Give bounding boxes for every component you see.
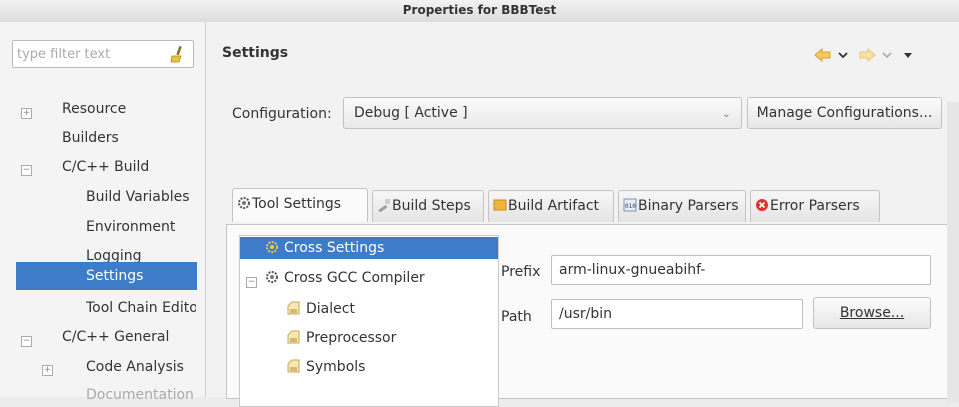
tree-item-dialect[interactable]: Dialect xyxy=(286,298,355,320)
tool-settings-tree: Cross Settings − Cross GCC Compiler Dial… xyxy=(239,235,499,407)
clear-filter-icon[interactable] xyxy=(169,45,185,63)
forward-menu-chevron-icon[interactable] xyxy=(882,52,892,59)
tab-error-parsers[interactable]: Error Parsers xyxy=(750,190,880,222)
nav-item-cc-general[interactable]: C/C++ General xyxy=(62,326,169,348)
collapse-cross-gcc-icon[interactable]: − xyxy=(246,277,257,288)
tab-tool-settings[interactable]: Tool Settings xyxy=(232,188,368,222)
path-label: Path xyxy=(501,309,532,325)
nav-item-resource[interactable]: Resource xyxy=(62,98,126,120)
tree-item-label: Cross Settings xyxy=(284,240,385,256)
option-category-icon xyxy=(287,359,300,373)
tab-label: Build Artifact xyxy=(508,198,599,214)
option-category-icon xyxy=(287,330,300,344)
prefix-label: Prefix xyxy=(501,264,541,280)
property-page: Settings Configuration: Debug [ Active ]… xyxy=(206,22,959,407)
tree-item-cross-gcc-compiler[interactable]: Cross GCC Compiler xyxy=(264,267,425,289)
collapse-cc-general-icon[interactable]: − xyxy=(21,336,32,347)
window-titlebar: Properties for BBBTest xyxy=(0,0,959,23)
tree-item-symbols[interactable]: Symbols xyxy=(286,356,365,378)
gear-icon xyxy=(266,271,278,283)
svg-text:010: 010 xyxy=(625,203,636,210)
nav-item-code-analysis[interactable]: Code Analysis xyxy=(86,356,184,378)
tab-build-steps[interactable]: Build Steps xyxy=(372,190,484,222)
prefix-field[interactable] xyxy=(551,255,931,285)
nav-item-cc-build[interactable]: C/C++ Build xyxy=(62,156,149,178)
configuration-label: Configuration: xyxy=(232,106,332,122)
chevron-down-icon: ⌄ xyxy=(721,107,731,120)
tab-binary-parsers[interactable]: 010 Binary Parsers xyxy=(618,190,746,222)
nav-item-documentation[interactable]: Documentation xyxy=(86,384,194,406)
browse-button-label: Browse... xyxy=(839,305,905,321)
filter-input[interactable] xyxy=(17,44,157,64)
nav-item-environment[interactable]: Environment xyxy=(86,216,175,238)
browse-button[interactable]: Browse... xyxy=(813,297,931,329)
artifact-icon xyxy=(493,199,507,211)
error-icon xyxy=(756,199,768,211)
option-category-icon xyxy=(287,301,300,315)
gear-icon xyxy=(238,197,250,209)
tree-item-label: Dialect xyxy=(306,301,355,317)
hammer-icon xyxy=(378,199,390,212)
manage-configurations-button[interactable]: Manage Configurations... xyxy=(747,97,942,129)
configuration-value: Debug [ Active ] xyxy=(354,105,468,121)
vertical-scrollbar[interactable] xyxy=(947,102,959,402)
back-arrow-icon[interactable] xyxy=(814,47,831,63)
tree-item-label: Cross GCC Compiler xyxy=(284,270,425,286)
tab-label: Binary Parsers xyxy=(638,198,739,214)
nav-item-settings[interactable]: Settings xyxy=(16,262,197,290)
binary-icon: 010 xyxy=(623,198,637,212)
path-field[interactable] xyxy=(551,299,803,329)
configuration-select[interactable]: Debug [ Active ] ⌄ xyxy=(343,97,742,129)
expand-resource-icon[interactable]: + xyxy=(21,108,32,119)
view-menu-icon[interactable] xyxy=(904,53,912,58)
window-title: Properties for BBBTest xyxy=(402,3,557,17)
forward-arrow-icon[interactable] xyxy=(859,47,876,63)
cross-settings-icon xyxy=(266,241,278,253)
tree-item-cross-settings[interactable]: Cross Settings xyxy=(240,237,498,259)
tab-label: Error Parsers xyxy=(770,198,860,214)
collapse-cc-build-icon[interactable]: − xyxy=(21,165,32,176)
tree-item-preprocessor[interactable]: Preprocessor xyxy=(286,327,396,349)
page-title: Settings xyxy=(222,45,289,61)
nav-item-tool-chain-editor[interactable]: Tool Chain Edito xyxy=(86,297,196,319)
property-page-nav: + Resource Builders − C/C++ Build Build … xyxy=(0,22,206,403)
tree-item-label: Preprocessor xyxy=(306,330,397,346)
back-menu-chevron-icon[interactable] xyxy=(838,52,848,59)
tree-item-label: Symbols xyxy=(306,359,366,375)
tab-label: Tool Settings xyxy=(252,196,342,212)
tool-settings-panel: Cross Settings − Cross GCC Compiler Dial… xyxy=(226,224,959,407)
tab-label: Build Steps xyxy=(392,198,471,214)
nav-item-build-variables[interactable]: Build Variables xyxy=(86,186,190,208)
nav-item-builders[interactable]: Builders xyxy=(62,127,119,149)
filter-box[interactable] xyxy=(12,40,194,68)
history-nav xyxy=(814,47,912,63)
expand-code-analysis-icon[interactable]: + xyxy=(42,365,53,376)
tab-build-artifact[interactable]: Build Artifact xyxy=(488,190,614,222)
